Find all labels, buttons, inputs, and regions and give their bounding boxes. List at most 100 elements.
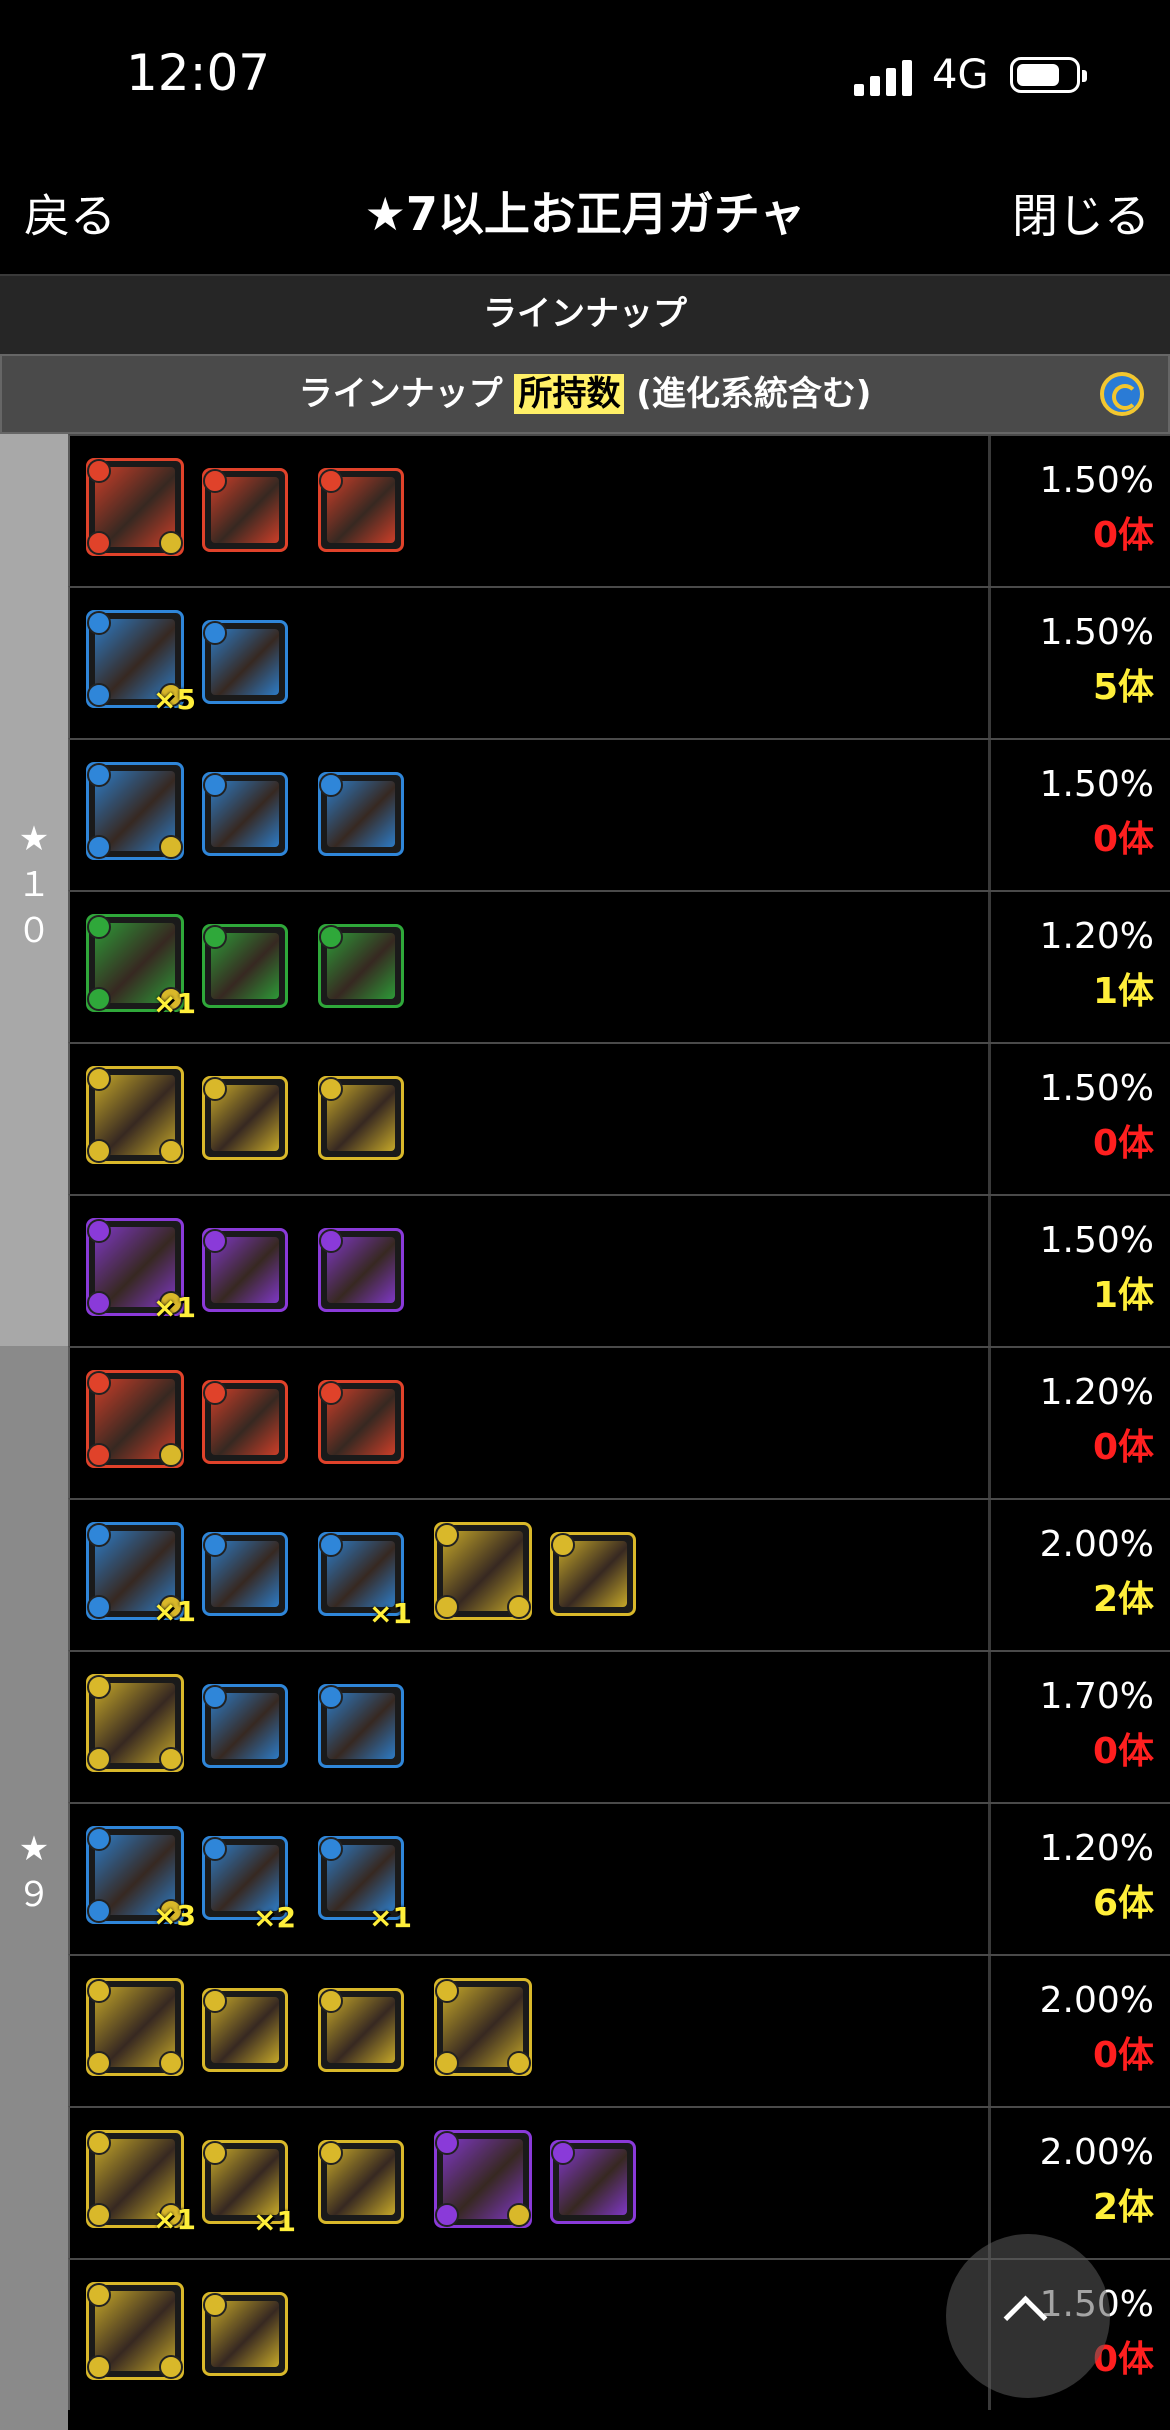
monster-icon[interactable]: ×1 [318,1532,412,1630]
subheader-suffix: (進化系統含む) [636,374,872,414]
attribute-orb-icon [319,1229,343,1253]
lineup-row[interactable]: ×1 1.50% 1体 [68,1194,1170,1346]
monster-icon[interactable] [550,1532,636,1616]
owned-multiplier: ×1 [369,1901,412,1934]
type-orb-icon [507,2203,531,2227]
monster-icon[interactable]: ×1 [86,914,196,1020]
monster-icon[interactable]: ×5 [86,610,196,716]
monster-icon[interactable] [86,1674,184,1772]
monster-icon[interactable] [202,620,288,704]
monster-icon[interactable] [318,1076,404,1160]
lineup-row[interactable]: 1.20% 0体 [68,1346,1170,1498]
attribute-orb-icon [203,1685,227,1709]
owned-count: 0体 [1092,819,1154,860]
attribute-orb-icon [435,2203,459,2227]
status-bar: 12:07 4G [0,0,1170,150]
attribute-orb-icon [87,683,111,707]
owned-count: 1体 [1092,971,1154,1012]
attribute-orb-icon [87,1523,111,1547]
monster-icon[interactable]: ×1 [86,1522,196,1628]
type-orb-icon [159,1747,183,1771]
monster-icon[interactable]: ×1 [86,2130,196,2236]
monster-icon[interactable] [318,1228,404,1312]
monster-icon[interactable]: ×1 [86,1218,196,1324]
status-time: 12:07 [126,44,271,102]
owned-count-highlight: 所持数 [514,374,625,414]
monster-icon[interactable]: ×1 [202,2140,296,2238]
monster-icon[interactable] [318,2140,404,2224]
lineup-row[interactable]: 1.70% 0体 [68,1650,1170,1802]
owned-multiplier: ×1 [153,1291,196,1324]
monster-icon[interactable] [86,762,184,860]
owned-count: 0体 [1092,1123,1154,1164]
monster-icon[interactable]: ×3 [86,1826,196,1932]
monster-icon[interactable] [318,772,404,856]
lineup-row[interactable]: 1.50% 0体 [68,434,1170,586]
drop-rate: 1.50% [1039,1220,1154,1261]
attribute-orb-icon [203,621,227,645]
monster-icon[interactable] [202,772,288,856]
refresh-icon[interactable] [1100,372,1144,416]
attribute-orb-icon [87,459,111,483]
attribute-orb-icon [87,1979,111,2003]
lineup-row[interactable]: 1.50% 0体 [68,1042,1170,1194]
attribute-orb-icon [435,2131,459,2155]
owned-multiplier: ×2 [253,1901,296,1934]
lineup-row[interactable]: ×3 ×2 ×1 1.20% 6体 [68,1802,1170,1954]
monster-icon[interactable] [202,1532,288,1616]
owned-multiplier: ×1 [153,1595,196,1628]
column-divider [988,1348,991,1498]
monster-icon[interactable] [434,1522,532,1620]
monster-icon[interactable]: ×1 [318,1836,412,1934]
lineup-row[interactable]: ×1 1.20% 1体 [68,890,1170,1042]
owned-count: 0体 [1092,2035,1154,2076]
monster-icon[interactable] [202,924,288,1008]
drop-rate: 1.20% [1039,916,1154,957]
owned-count: 2体 [1092,2187,1154,2228]
attribute-orb-icon [203,1533,227,1557]
lineup-row[interactable]: 1.50% 0体 [68,738,1170,890]
monster-icon[interactable] [202,1380,288,1464]
monster-icon[interactable]: ×2 [202,1836,296,1934]
monster-icon[interactable] [86,1370,184,1468]
rarity-label-10: ★ １ ０ [17,819,51,951]
monster-icon[interactable] [318,1988,404,2072]
attribute-orb-icon [87,1291,111,1315]
monster-icon[interactable] [86,1066,184,1164]
lineup-row[interactable]: ×1 ×1 2.00% 2体 [68,2106,1170,2258]
owned-multiplier: ×1 [253,2205,296,2238]
monster-icon[interactable] [434,2130,532,2228]
monster-icon[interactable] [202,1076,288,1160]
monster-icon[interactable] [202,1684,288,1768]
attribute-orb-icon [87,531,111,555]
attribute-orb-icon [203,1077,227,1101]
lineup-row[interactable]: ×1 ×1 2.00% 2体 [68,1498,1170,1650]
page-title: ★7以上お正月ガチャ [364,187,806,241]
close-button[interactable]: 閉じる [1012,180,1150,246]
monster-icon[interactable] [202,2292,288,2376]
scroll-to-top-button[interactable] [946,2234,1110,2398]
monster-icon[interactable] [202,468,288,552]
drop-rate: 2.00% [1039,1524,1154,1565]
owned-count: 1体 [1092,1275,1154,1316]
attribute-orb-icon [319,773,343,797]
lineup-row[interactable]: 2.00% 0体 [68,1954,1170,2106]
owned-count: 0体 [1092,1731,1154,1772]
drop-rate: 1.50% [1039,460,1154,501]
monster-icon[interactable] [86,1978,184,2076]
monster-icon[interactable] [202,1988,288,2072]
monster-icon[interactable] [318,1684,404,1768]
subheader-prefix: ラインナップ [298,374,503,414]
monster-icon[interactable] [318,1380,404,1464]
monster-icon[interactable] [318,468,404,552]
chevron-up-icon [1003,2295,1048,2340]
signal-icon [854,58,916,96]
monster-icon[interactable] [202,1228,288,1312]
monster-icon[interactable] [550,2140,636,2224]
monster-icon[interactable] [318,924,404,1008]
attribute-orb-icon [87,915,111,939]
lineup-row[interactable]: ×5 1.50% 5体 [68,586,1170,738]
monster-icon[interactable] [434,1978,532,2076]
monster-icon[interactable] [86,458,184,556]
monster-icon[interactable] [86,2282,184,2380]
